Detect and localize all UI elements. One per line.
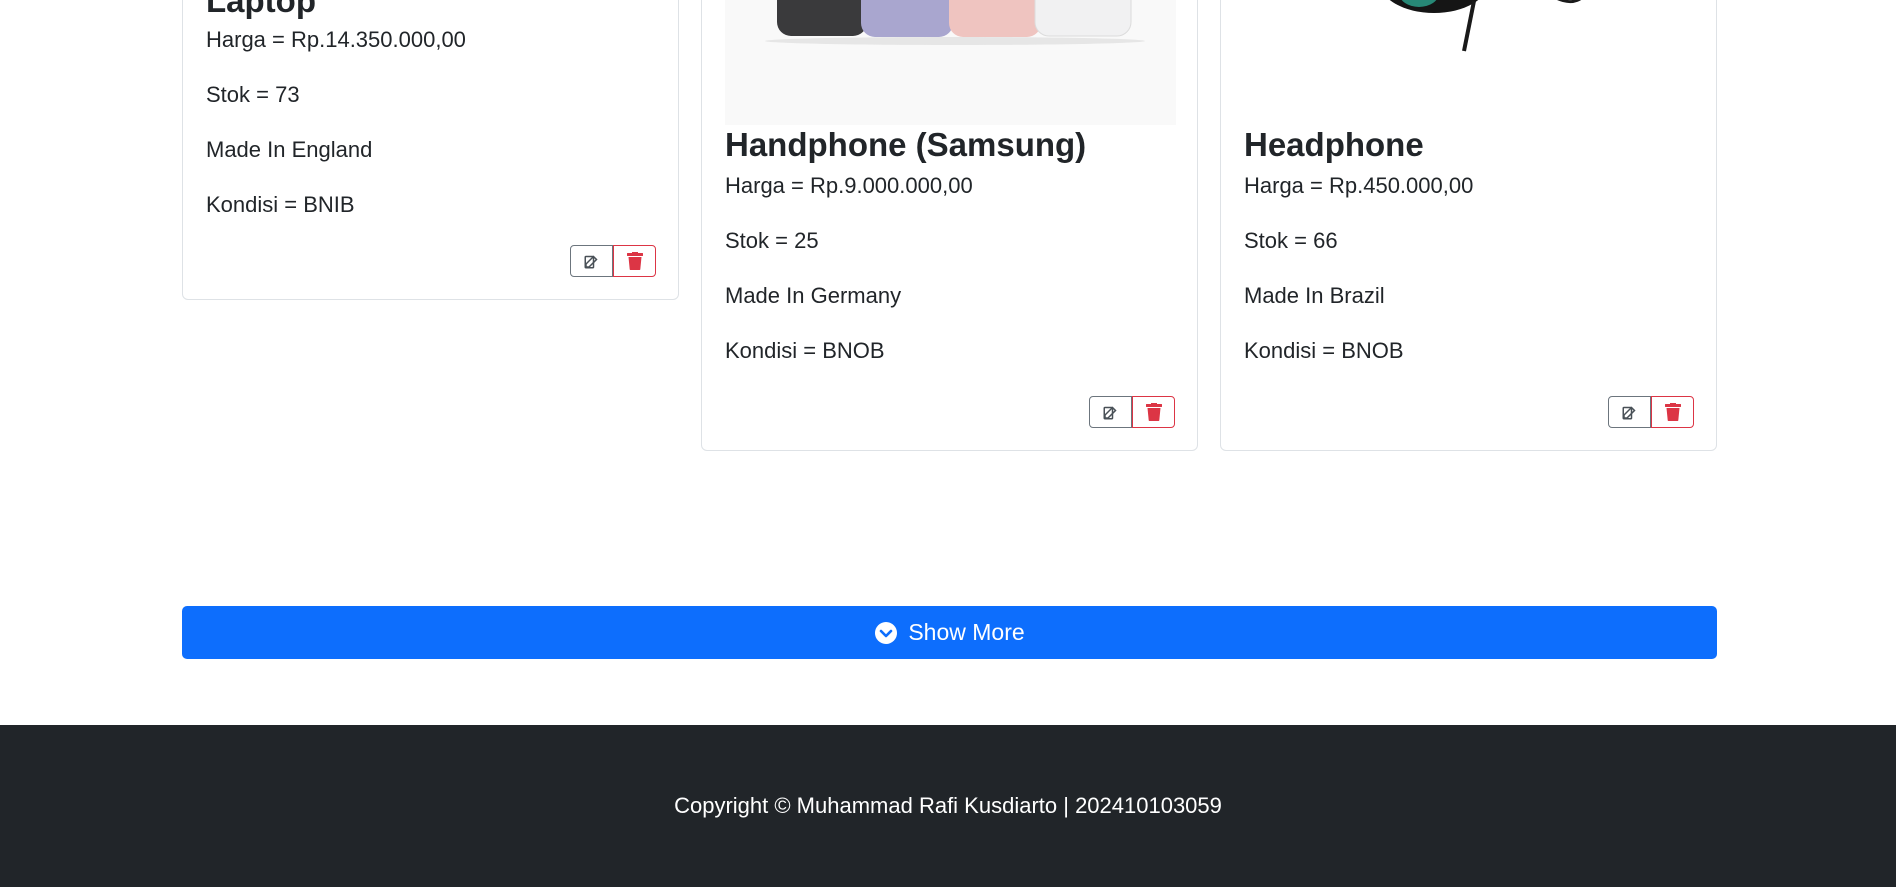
product-stock: Stok = 73 — [206, 82, 300, 107]
edit-button[interactable] — [1089, 396, 1132, 428]
chevron-circle-down-icon — [875, 621, 898, 644]
product-card-headphone: Headphone Harga = Rp.450.000,00 Stok = 6… — [1220, 0, 1717, 451]
product-stock: Stok = 66 — [1244, 228, 1338, 253]
show-more-button[interactable]: Show More — [182, 606, 1717, 659]
copyright-text: Copyright © Muhammad Rafi Kusdiarto | 20… — [674, 793, 1222, 818]
product-origin: Made In Brazil — [1244, 283, 1385, 308]
product-title: Headphone — [1244, 126, 1424, 163]
headphone-image — [1244, 0, 1695, 125]
footer: Copyright © Muhammad Rafi Kusdiarto | 20… — [0, 725, 1896, 887]
page: Laptop Harga = Rp.14.350.000,00 Stok = 7… — [0, 0, 1896, 887]
edit-button[interactable] — [570, 245, 613, 277]
product-image-phones — [725, 0, 1176, 125]
trash-icon — [626, 252, 643, 270]
edit-icon — [1622, 406, 1636, 420]
product-origin: Made In England — [206, 137, 373, 162]
product-condition: Kondisi = BNIB — [206, 192, 355, 217]
card-actions — [1089, 396, 1175, 428]
card-body: Laptop Harga = Rp.14.350.000,00 Stok = 7… — [206, 0, 655, 247]
trash-icon — [1664, 403, 1681, 421]
product-origin: Made In Germany — [725, 283, 902, 308]
trash-icon — [1145, 403, 1162, 421]
product-title: Handphone (Samsung) — [725, 126, 1087, 163]
product-price: Harga = Rp.450.000,00 — [1244, 173, 1474, 198]
product-image-headphone — [1244, 0, 1695, 125]
product-card-laptop: Laptop Harga = Rp.14.350.000,00 Stok = 7… — [182, 0, 679, 300]
card-body: Headphone Harga = Rp.450.000,00 Stok = 6… — [1244, 125, 1693, 393]
delete-button[interactable] — [613, 245, 656, 277]
edit-icon — [584, 255, 598, 269]
edit-icon — [1103, 406, 1117, 420]
product-condition: Kondisi = BNOB — [1244, 338, 1404, 363]
product-price: Harga = Rp.14.350.000,00 — [206, 27, 466, 52]
card-body: Handphone (Samsung) Harga = Rp.9.000.000… — [725, 125, 1174, 393]
card-actions — [570, 245, 656, 277]
delete-button[interactable] — [1132, 396, 1175, 428]
delete-button[interactable] — [1651, 396, 1694, 428]
product-card-handphone: Handphone (Samsung) Harga = Rp.9.000.000… — [701, 0, 1198, 451]
product-title: Laptop — [206, 0, 316, 19]
show-more-label: Show More — [908, 619, 1025, 645]
card-actions — [1608, 396, 1694, 428]
product-stock: Stok = 25 — [725, 228, 819, 253]
product-condition: Kondisi = BNOB — [725, 338, 885, 363]
product-price: Harga = Rp.9.000.000,00 — [725, 173, 973, 198]
phones-image — [725, 0, 1176, 125]
edit-button[interactable] — [1608, 396, 1651, 428]
